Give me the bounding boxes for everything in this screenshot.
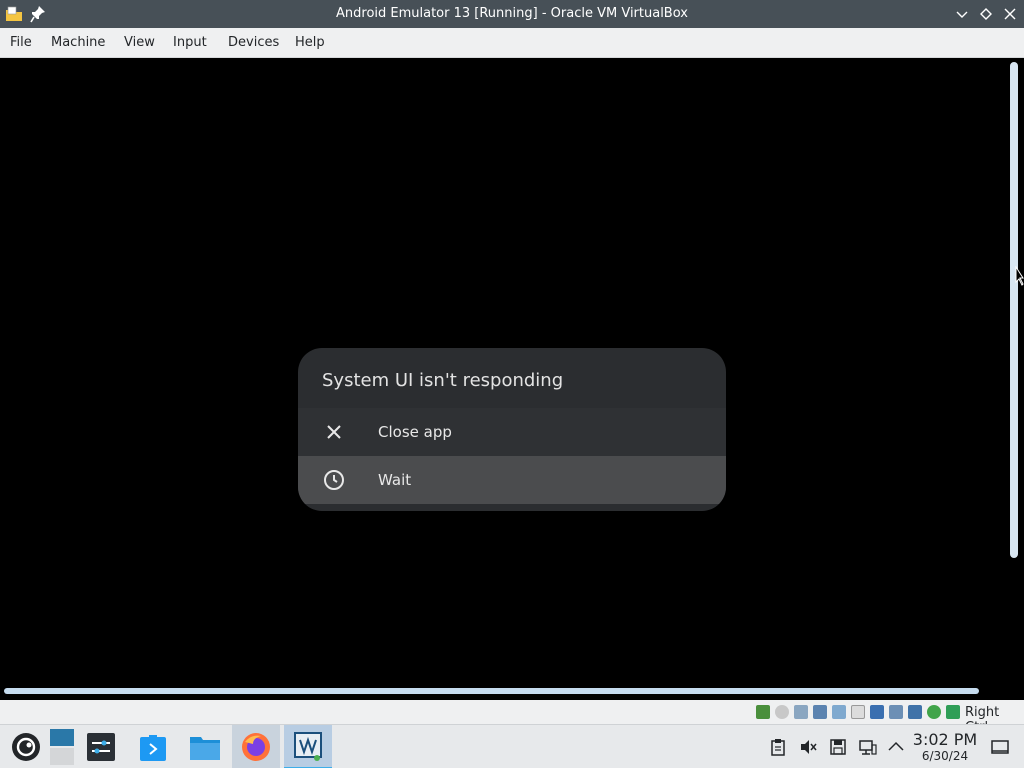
video-capture-icon[interactable] [889,705,903,719]
processor-icon[interactable] [908,705,922,719]
window-titlebar[interactable]: Android Emulator 13 [Running] - Oracle V… [0,0,1024,28]
clock[interactable]: 3:02 PM 6/30/24 [906,730,984,764]
volume-muted-icon[interactable] [799,738,817,756]
menu-view[interactable]: View [124,35,155,50]
clock-time: 3:02 PM [912,730,978,749]
window-title: Android Emulator 13 [Running] - Oracle V… [336,6,688,21]
settings-launcher[interactable] [77,725,125,768]
mouse-integration-icon[interactable] [927,705,941,719]
close-icon [1004,8,1016,20]
menu-help[interactable]: Help [295,35,325,50]
network-icon[interactable] [859,738,877,756]
pager-icon [50,729,74,765]
mouse-cursor-icon [1015,266,1024,286]
close-window-button[interactable] [1001,5,1019,23]
settings-icon [87,733,115,761]
menu-machine[interactable]: Machine [51,35,105,50]
virtualbox-icon [294,732,322,761]
clock-icon [324,470,344,490]
maximize-button[interactable] [977,5,995,23]
close-icon [327,425,341,439]
virtualbox-launcher[interactable] [284,725,332,768]
discover-icon [140,735,166,761]
close-app-label: Close app [378,423,452,441]
menu-bar: File Machine View Input Devices Help [0,28,1024,58]
anr-dialog: System UI isn't responding Close app Wai… [298,348,726,511]
wait-option[interactable]: Wait [298,456,726,504]
storage-icon[interactable] [829,738,847,756]
clipboard-icon[interactable] [769,738,787,756]
maximize-icon [980,8,992,20]
firefox-launcher[interactable] [232,725,280,768]
wait-label: Wait [378,471,412,489]
file-manager-icon [190,737,220,760]
menu-file[interactable]: File [10,35,32,50]
minimize-button[interactable] [953,5,971,23]
dialog-title: System UI isn't responding [322,370,564,391]
keyboard-icon[interactable] [946,705,960,719]
audio-icon[interactable] [794,705,808,719]
vertical-scrollbar[interactable] [1010,62,1018,558]
optical-drive-icon[interactable] [775,705,789,719]
hard-disk-icon[interactable] [756,705,770,719]
shared-folders-icon[interactable] [851,705,865,719]
file-manager-launcher[interactable] [181,725,229,768]
taskbar: 3:02 PM 6/30/24 [0,724,1024,768]
show-hidden-icon[interactable] [887,738,905,756]
menu-devices[interactable]: Devices [228,35,279,50]
usb-icon[interactable] [832,705,846,719]
clock-date: 6/30/24 [921,749,969,763]
vbox-status-bar: Right Ctrl [0,700,1024,735]
discover-launcher[interactable] [129,725,177,768]
close-app-option[interactable]: Close app [298,408,726,456]
menu-input[interactable]: Input [173,35,207,50]
show-desktop-icon[interactable] [991,738,1009,756]
network-icon[interactable] [813,705,827,719]
display-icon[interactable] [870,705,884,719]
minimize-icon [956,11,968,18]
firefox-icon [242,733,270,761]
horizontal-scrollbar[interactable] [4,688,979,694]
